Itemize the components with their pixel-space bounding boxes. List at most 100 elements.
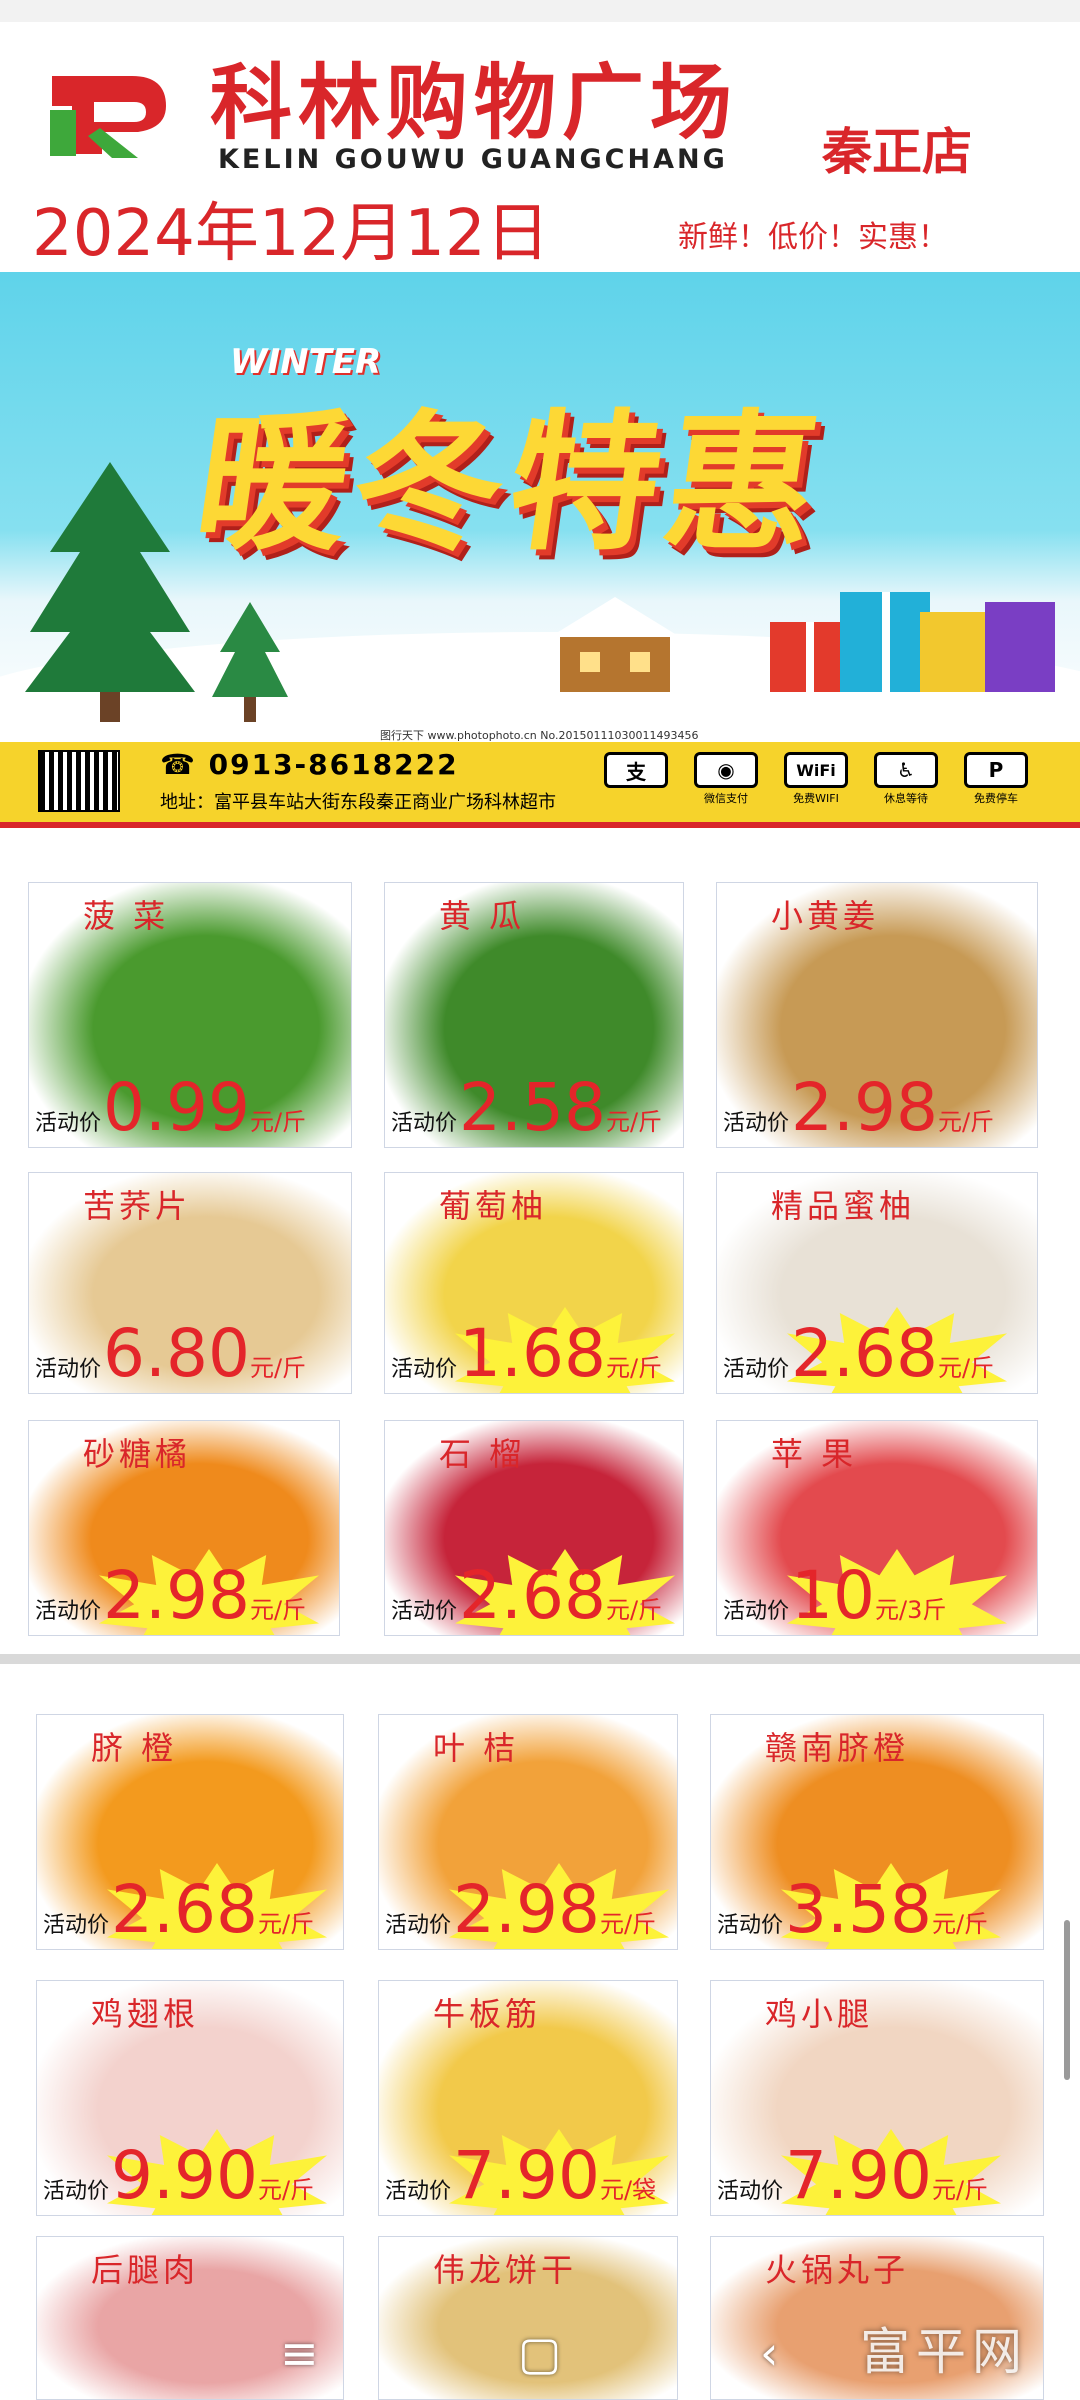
scrollbar[interactable] [1064, 1920, 1070, 2080]
small-tree-icon [212, 602, 288, 722]
price-unit: 元/斤 [249, 1354, 307, 1382]
activity-price-label: 活动价 [43, 2179, 110, 2204]
product-card[interactable]: 精品蜜柚活动价 2.68 元/斤 [716, 1172, 1038, 1394]
site-watermark: 富平网 [860, 2323, 1028, 2381]
gift-boxes-icon [770, 592, 1055, 692]
price-unit: 元/斤 [931, 2176, 989, 2204]
product-price: 2.98 [103, 1557, 250, 1634]
price-unit: 元/斤 [599, 1910, 657, 1938]
activity-price-label: 活动价 [35, 1357, 102, 1382]
branch-name: 秦正店 [822, 123, 972, 181]
product-price: 10 [791, 1557, 875, 1634]
rest-label: 休息等待 [884, 792, 928, 805]
pine-tree-icon [25, 462, 195, 722]
parking-symbol: P [964, 752, 1028, 788]
product-name: 牛板筋 [433, 1995, 542, 2033]
activity-price-label: 活动价 [385, 1913, 452, 1938]
activity-price-label: 活动价 [391, 1111, 458, 1136]
activity-price-label: 活动价 [35, 1111, 102, 1136]
product-card[interactable]: 苹 果活动价 10 元/3斤 [716, 1420, 1038, 1636]
banner-stamp: 图行天下 www.photophoto.cn No.20150111030011… [380, 729, 699, 742]
wifi-icon: WiFi 免费WIFI [780, 752, 852, 808]
product-price: 2.98 [453, 1871, 600, 1948]
product-card[interactable]: 赣南脐橙活动价 3.58 元/斤 [710, 1714, 1044, 1950]
product-name: 叶 桔 [433, 1729, 520, 1767]
product-name: 菠 菜 [83, 897, 170, 935]
qr-code-icon[interactable] [38, 750, 120, 812]
product-name: 赣南脐橙 [765, 1729, 910, 1767]
price-row: 活动价 3.58 元/斤 [717, 1877, 988, 1943]
product-card[interactable]: 叶 桔活动价 2.98 元/斤 [378, 1714, 678, 1950]
product-name: 鸡小腿 [765, 1995, 874, 2033]
alipay-symbol: 支 [604, 752, 668, 788]
price-row: 活动价 2.68 元/斤 [723, 1321, 994, 1387]
activity-price-label: 活动价 [391, 1357, 458, 1382]
store-logo [50, 76, 166, 158]
product-name: 伟龙饼干 [433, 2251, 578, 2289]
product-name: 砂糖橘 [83, 1435, 192, 1473]
product-card[interactable]: 石 榴活动价 2.68 元/斤 [384, 1420, 684, 1636]
product-price: 9.90 [111, 2137, 258, 2214]
product-name: 石 榴 [439, 1435, 526, 1473]
price-unit: 元/斤 [937, 1108, 995, 1136]
activity-price-label: 活动价 [43, 1913, 110, 1938]
winter-banner: 暖冬特惠 WINTER 图行天下 www.photophoto.cn No.20… [0, 272, 1080, 742]
product-card[interactable]: 脐 橙活动价 2.68 元/斤 [36, 1714, 344, 1950]
price-row: 活动价 2.68 元/斤 [391, 1563, 662, 1629]
product-name: 小黄姜 [771, 897, 880, 935]
price-unit: 元/袋 [599, 2176, 657, 2204]
product-price: 2.68 [791, 1315, 938, 1392]
product-price: 7.90 [453, 2137, 600, 2214]
price-row: 活动价 2.98 元/斤 [385, 1877, 656, 1943]
product-name: 后腿肉 [91, 2251, 200, 2289]
product-name: 苦荞片 [83, 1187, 192, 1225]
product-name: 精品蜜柚 [771, 1187, 916, 1225]
wechat-label: 微信支付 [704, 792, 748, 805]
product-card[interactable]: 鸡小腿活动价 7.90 元/斤 [710, 1980, 1044, 2216]
product-name: 脐 橙 [91, 1729, 178, 1767]
wifi-label: 免费WIFI [793, 792, 839, 805]
product-price: 2.68 [459, 1557, 606, 1634]
product-card[interactable]: 鸡翅根 活动价 9.90 元/斤 [36, 1980, 344, 2216]
slogan: 新鲜！低价！实惠！ [678, 220, 948, 255]
activity-price-label: 活动价 [391, 1599, 458, 1624]
price-row: 活动价 1.68 元/斤 [391, 1321, 662, 1387]
product-name: 火锅丸子 [765, 2251, 910, 2289]
product-name: 黄 瓜 [439, 897, 526, 935]
parking-label: 免费停车 [974, 792, 1018, 805]
banner-title: 暖冬特惠 [185, 397, 835, 571]
price-unit: 元/斤 [937, 1354, 995, 1382]
price-unit: 元/斤 [605, 1596, 663, 1624]
product-card[interactable]: 砂糖橘活动价 2.98 元/斤 [28, 1420, 340, 1636]
product-name: 苹 果 [771, 1435, 858, 1473]
house-icon [550, 597, 680, 692]
wechat-symbol: ◉ [694, 752, 758, 788]
info-bar: ☎ 0913-8618222 地址：富平县车站大街东段秦正商业广场科林超市 支 … [0, 742, 1080, 828]
price-row: 活动价 6.80 元/斤 [35, 1321, 306, 1387]
product-name: 葡萄柚 [439, 1187, 548, 1225]
wifi-symbol: WiFi [784, 752, 848, 788]
price-row: 活动价 2.98 元/斤 [35, 1563, 306, 1629]
product-price: 3.58 [785, 1871, 932, 1948]
price-row: 活动价 2.98 元/斤 [723, 1075, 994, 1141]
price-row: 活动价 0.99 元/斤 [35, 1075, 306, 1141]
product-name: 鸡翅根 [91, 1995, 200, 2033]
menu-icon[interactable]: ≡ [280, 2326, 319, 2380]
home-icon[interactable]: ▢ [518, 2326, 561, 2380]
back-icon[interactable]: ‹ [760, 2326, 778, 2380]
store-header: 科林购物广场 KELIN GOUWU GUANGCHANG 秦正店 2024年1… [0, 22, 1080, 272]
product-card[interactable]: 菠 菜活动价 0.99 元/斤 [28, 882, 352, 1148]
price-row: 活动价 7.90 元/袋 [385, 2143, 656, 2209]
product-card[interactable]: 葡萄柚活动价 1.68 元/斤 [384, 1172, 684, 1394]
product-price: 6.80 [103, 1315, 250, 1392]
product-card[interactable]: 黄 瓜活动价 2.58 元/斤 [384, 882, 684, 1148]
phone-number[interactable]: ☎ 0913-8618222 [160, 748, 459, 781]
banner-winter-label: WINTER [230, 342, 382, 382]
price-row: 活动价 7.90 元/斤 [717, 2143, 988, 2209]
product-price: 0.99 [103, 1069, 250, 1146]
product-card[interactable]: 苦荞片活动价 6.80 元/斤 [28, 1172, 352, 1394]
product-price: 1.68 [459, 1315, 606, 1392]
product-card[interactable]: 小黄姜活动价 2.98 元/斤 [716, 882, 1038, 1148]
product-card[interactable]: 牛板筋活动价 7.90 元/袋 [378, 1980, 678, 2216]
parking-icon: P 免费停车 [960, 752, 1032, 808]
